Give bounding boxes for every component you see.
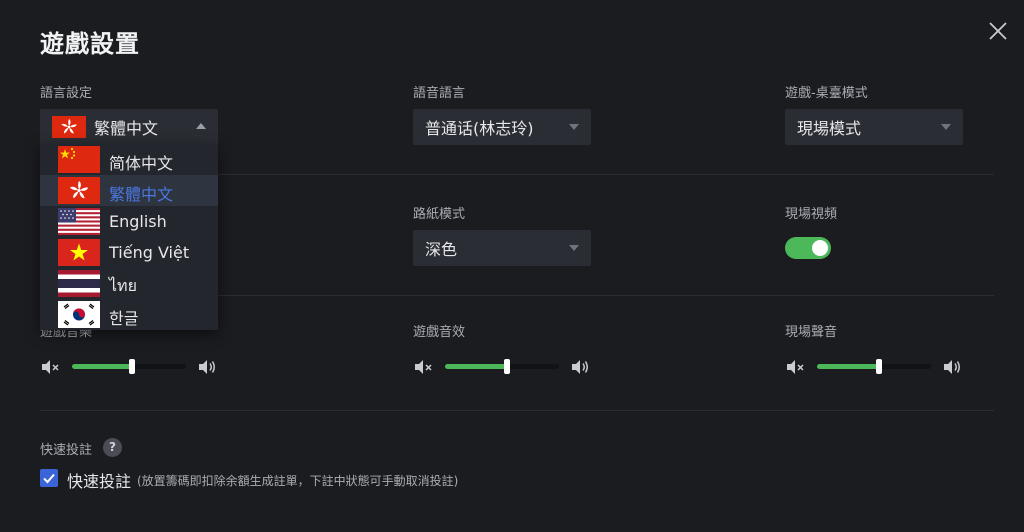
volume-thumb[interactable] — [876, 359, 882, 374]
volume-track[interactable] — [817, 359, 931, 374]
volume-fill — [72, 364, 132, 369]
volume-thumb[interactable] — [504, 359, 510, 374]
language-option-label: 한글 — [109, 309, 139, 328]
live-sound-label: 現場聲音 — [785, 325, 838, 340]
language-option-ko[interactable]: 한글 — [40, 299, 218, 330]
volume-fill — [817, 364, 879, 369]
language-option-zh-hk[interactable]: 繁體中文 — [40, 175, 218, 206]
language-select[interactable]: 繁體中文 — [40, 109, 218, 145]
language-option-th[interactable]: ไทย — [40, 268, 218, 299]
language-option-label: 繁體中文 — [109, 185, 174, 204]
voice-language-value: 普通话(林志玲) — [425, 119, 534, 138]
game-sound-label: 遊戲音效 — [413, 325, 466, 340]
game-music-slider[interactable] — [40, 357, 220, 377]
quick-bet-description: (放置籌碼即扣除余額生成註單，下註中狀態可手動取消投註) — [137, 474, 459, 488]
table-mode-label: 遊戲-桌臺模式 — [785, 86, 868, 101]
th-flag-icon — [58, 270, 100, 297]
language-option-en[interactable]: English — [40, 206, 218, 237]
chevron-down-icon — [941, 124, 951, 130]
game-sound-slider[interactable] — [413, 357, 593, 377]
page-title: 遊戲設置 — [40, 30, 140, 58]
road-mode-value: 深色 — [425, 240, 458, 259]
table-mode-select[interactable]: 現場模式 — [785, 109, 963, 145]
hk-flag-icon — [58, 177, 100, 204]
voice-language-select[interactable]: 普通话(林志玲) — [413, 109, 591, 145]
us-flag-icon — [58, 208, 100, 235]
language-option-label: English — [109, 212, 167, 231]
cn-flag-icon — [58, 146, 100, 173]
volume-up-icon[interactable] — [197, 357, 217, 377]
chevron-down-icon — [569, 124, 579, 130]
volume-track[interactable] — [445, 359, 559, 374]
volume-mute-icon[interactable] — [413, 357, 433, 377]
vn-flag-icon — [58, 239, 100, 266]
volume-thumb[interactable] — [129, 359, 135, 374]
language-label: 語言設定 — [40, 86, 93, 101]
road-mode-label: 路紙模式 — [413, 207, 466, 222]
quick-bet-checkbox[interactable] — [40, 469, 58, 487]
language-option-label: Tiếng Việt — [109, 243, 190, 262]
hk-flag-icon — [52, 116, 86, 138]
quick-bet-section-label: 快速投註 — [40, 443, 93, 458]
kr-flag-icon — [58, 301, 100, 328]
volume-fill — [445, 364, 507, 369]
volume-up-icon[interactable] — [570, 357, 590, 377]
divider — [40, 410, 994, 411]
language-option-label: 简体中文 — [109, 154, 174, 173]
road-mode-select[interactable]: 深色 — [413, 230, 591, 266]
voice-language-label: 語音語言 — [413, 86, 466, 101]
live-video-toggle[interactable] — [785, 237, 831, 259]
chevron-down-icon — [569, 245, 579, 251]
chevron-up-icon — [196, 123, 206, 129]
language-option-zh-cn[interactable]: 简体中文 — [40, 144, 218, 175]
volume-track[interactable] — [72, 359, 186, 374]
language-dropdown: 简体中文 繁體中文 English Tiếng Việt ไทย 한글 — [40, 144, 218, 330]
volume-mute-icon[interactable] — [40, 357, 60, 377]
live-video-label: 現場視頻 — [785, 207, 838, 222]
volume-mute-icon[interactable] — [785, 357, 805, 377]
quick-bet-label: 快速投註 — [67, 472, 132, 491]
language-selected-value: 繁體中文 — [94, 119, 159, 138]
live-sound-slider[interactable] — [785, 357, 965, 377]
language-option-vi[interactable]: Tiếng Việt — [40, 237, 218, 268]
table-mode-value: 現場模式 — [797, 119, 862, 138]
help-icon[interactable]: ? — [103, 438, 122, 457]
close-icon[interactable] — [987, 20, 1009, 42]
toggle-knob — [812, 240, 828, 256]
checkmark-icon — [43, 473, 55, 484]
volume-up-icon[interactable] — [942, 357, 962, 377]
language-option-label: ไทย — [109, 276, 137, 295]
